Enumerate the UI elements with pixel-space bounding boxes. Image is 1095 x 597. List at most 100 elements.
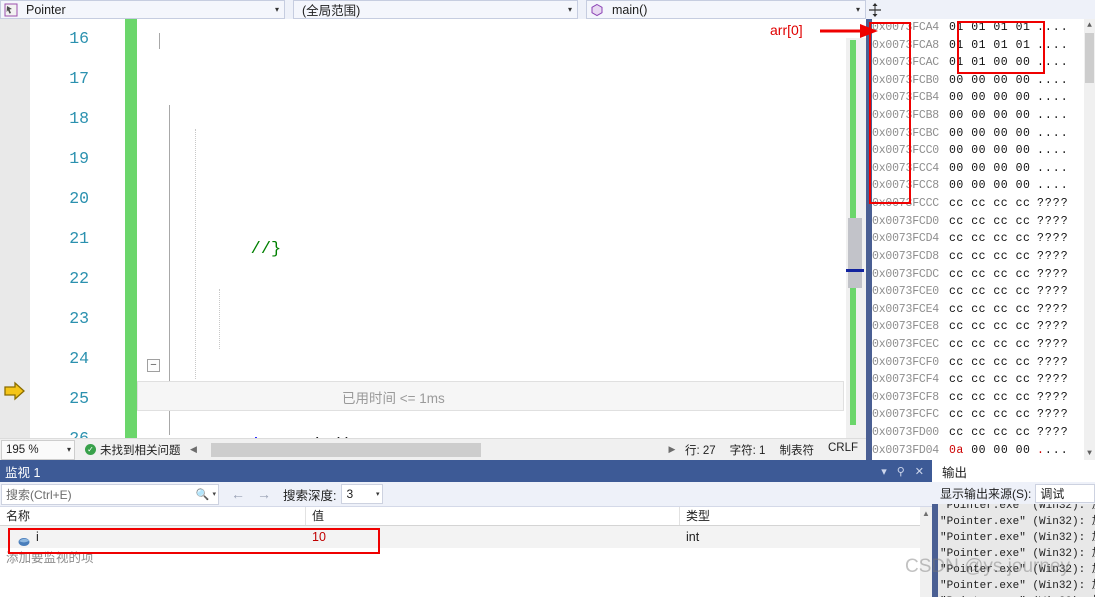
memory-row[interactable]: 0x0073FCAC 01 01 00 00.... [872,54,1084,72]
issue-status[interactable]: ✓ 未找到相关问题 [85,442,181,458]
scroll-left-icon[interactable]: ◀ [187,444,201,455]
memory-row[interactable]: 0x0073FCBC 00 00 00 00.... [872,125,1084,143]
memory-row[interactable]: 0x0073FCF4 cc cc cc cc???? [872,371,1084,389]
code-line-19[interactable]: { [137,424,866,438]
memory-hex-bytes[interactable]: cc cc cc cc [949,354,1037,372]
forward-icon[interactable]: → [257,486,271,502]
split-window-icon[interactable] [866,0,884,19]
column-header-value[interactable]: 值 [306,507,680,525]
output-panel[interactable]: 输出 显示输出来源(S): 调试 "Pointer.exe" (Win32): … [932,460,1095,597]
chevron-down-icon-search[interactable]: ▾ [212,490,216,498]
editor-vertical-scrollbar[interactable]: ▼ [846,38,866,438]
memory-hex-bytes[interactable]: cc cc cc cc [949,248,1037,266]
memory-hex-bytes[interactable]: cc cc cc cc [949,318,1037,336]
memory-row[interactable]: 0x0073FCC4 00 00 00 00.... [872,160,1084,178]
memory-window[interactable]: 0x0073FCA4 01 01 01 01.... 0x0073FCA8 01 01… [866,19,1095,460]
code-line-18[interactable]: − int main() [137,346,866,438]
memory-row[interactable]: 0x0073FD00 cc cc cc cc???? [872,424,1084,442]
hscroll-thumb[interactable] [210,442,481,457]
search-input[interactable]: 搜索(Ctrl+E) 🔍 ▾ [1,483,219,505]
column-header-name[interactable]: 名称 [0,507,306,525]
watch-row-name-cell[interactable]: i [0,526,306,548]
code-editor[interactable]: 16 17 18 19 20 21 22 23 24 25 26 27 //} [0,19,866,438]
memory-hex-bytes[interactable]: 00 00 00 00 [949,177,1037,195]
memory-row[interactable]: 0x0073FCDC cc cc cc cc???? [872,266,1084,284]
memory-row[interactable]: 0x0073FCC8 00 00 00 00.... [872,177,1084,195]
chevron-down-icon-zoom[interactable]: ▾ [67,445,71,454]
memory-hex-bytes[interactable]: 00 00 00 00 [949,142,1037,160]
memory-hex-bytes[interactable]: 01 01 00 00 [949,54,1037,72]
memory-hex-bytes[interactable]: cc cc cc cc [949,371,1037,389]
hscroll-track[interactable] [200,442,665,457]
memory-hex-bytes[interactable]: 00 00 00 00 [949,107,1037,125]
editor-horizontal-scrollbar[interactable]: ◀ ▶ [187,440,679,460]
memory-hex-bytes[interactable]: cc cc cc cc [949,336,1037,354]
watch-variable-value[interactable]: 10 [306,526,680,548]
memory-scroll-up-icon[interactable]: ▲ [1085,21,1094,30]
function-combo[interactable]: main() ▾ [586,0,866,19]
watch-panel[interactable]: 监视 1 ▾ ⚲ ✕ 搜索(Ctrl+E) 🔍 ▾ ← → 搜索深度: 3 ▾ … [0,460,932,597]
output-source-select[interactable]: 调试 [1035,483,1095,503]
memory-row[interactable]: 0x0073FCD0 cc cc cc cc???? [872,213,1084,231]
memory-row[interactable]: 0x0073FCA8 01 01 01 01.... [872,37,1084,55]
scroll-right-icon[interactable]: ▶ [665,444,679,455]
memory-row[interactable]: 0x0073FCCC cc cc cc cc???? [872,195,1084,213]
table-row[interactable]: i 10 int [0,526,932,548]
zoom-level-selector[interactable]: 195 % ▾ [1,439,75,460]
memory-hex-bytes[interactable]: 01 01 01 01 [949,19,1037,37]
memory-hex-bytes[interactable]: cc cc cc cc [949,213,1037,231]
chevron-down-icon-depth[interactable]: ▾ [376,490,380,498]
output-text-area[interactable]: "Pointer.exe" (Win32): 加 "Pointer.exe" (W… [932,504,1095,597]
memory-hex-bytes[interactable]: cc cc cc cc [949,406,1037,424]
memory-vertical-scrollbar[interactable]: ▲ ▼ [1084,19,1095,460]
code-line-16[interactable]: //} [137,190,866,259]
chevron-down-icon-3[interactable]: ▾ [851,1,865,18]
memory-row[interactable]: 0x0073FCE0 cc cc cc cc???? [872,283,1084,301]
chevron-down-icon-2[interactable]: ▾ [563,1,577,18]
memory-row[interactable]: 0x0073FCEC cc cc cc cc???? [872,336,1084,354]
scrollbar-thumb[interactable] [848,218,862,288]
memory-hex-bytes[interactable]: 01 01 01 01 [949,37,1037,55]
pin-icon[interactable]: ⚲ [897,465,905,478]
code-line-17[interactable] [137,268,866,308]
memory-hex-bytes[interactable]: 00 00 00 00 [949,89,1037,107]
memory-row[interactable]: 0x0073FCD4 cc cc cc cc???? [872,230,1084,248]
memory-row[interactable]: 0x0073FCD8 cc cc cc cc???? [872,248,1084,266]
memory-hex-bytes[interactable]: cc cc cc cc [949,301,1037,319]
memory-scroll-down-icon[interactable]: ▼ [1085,449,1094,458]
memory-row[interactable]: 0x0073FCB0 00 00 00 00.... [872,72,1084,90]
fold-toggle-icon[interactable]: − [147,359,160,372]
memory-row[interactable]: 0x0073FCFC cc cc cc cc???? [872,406,1084,424]
memory-row[interactable]: 0x0073FCB4 00 00 00 00.... [872,89,1084,107]
global-scope-combo[interactable]: (全局范围) ▾ [293,0,578,19]
memory-hex-bytes[interactable]: cc cc cc cc [949,266,1037,284]
column-header-type[interactable]: 类型 [680,507,932,525]
watch-vertical-scrollbar[interactable]: ▲ [920,507,932,597]
memory-row[interactable]: 0x0073FCF8 cc cc cc cc???? [872,389,1084,407]
magnifier-icon[interactable]: 🔍 [196,488,210,501]
memory-hex-bytes[interactable]: cc cc cc cc [949,389,1037,407]
memory-hex-bytes[interactable]: 0a 00 00 00 [949,442,1037,460]
memory-row[interactable]: 0x0073FCE8 cc cc cc cc???? [872,318,1084,336]
editor-text-area[interactable]: //} − int main() { int arr1[10] = { 0 };… [137,19,866,438]
watch-scroll-up-icon[interactable]: ▲ [920,507,932,518]
memory-row[interactable]: 0x0073FCC0 00 00 00 00.... [872,142,1084,160]
scope-combo[interactable]: Pointer ▾ [0,0,285,19]
memory-hex-bytes[interactable]: cc cc cc cc [949,283,1037,301]
memory-row[interactable]: 0x0073FCA4 01 01 01 01.... [872,19,1084,37]
memory-hex-bytes[interactable]: cc cc cc cc [949,424,1037,442]
close-icon[interactable]: ✕ [915,465,924,478]
memory-hex-bytes[interactable]: 00 00 00 00 [949,160,1037,178]
memory-row[interactable]: 0x0073FCF0 cc cc cc cc???? [872,354,1084,372]
memory-hex-bytes[interactable]: cc cc cc cc [949,230,1037,248]
memory-row[interactable]: 0x0073FCB8 00 00 00 00.... [872,107,1084,125]
memory-hex-bytes[interactable]: 00 00 00 00 [949,125,1037,143]
memory-scroll-thumb[interactable] [1085,33,1094,83]
back-icon[interactable]: ← [231,486,245,502]
chevron-down-icon[interactable]: ▾ [270,1,284,18]
memory-row[interactable]: 0x0073FD04 0a 00 00 00.... [872,442,1084,460]
chevron-down-icon-watch[interactable]: ▾ [881,465,887,478]
memory-hex-bytes[interactable]: cc cc cc cc [949,195,1037,213]
watch-add-item-row[interactable]: 添加要监视的项 [0,548,932,568]
memory-hex-bytes[interactable]: 00 00 00 00 [949,72,1037,90]
